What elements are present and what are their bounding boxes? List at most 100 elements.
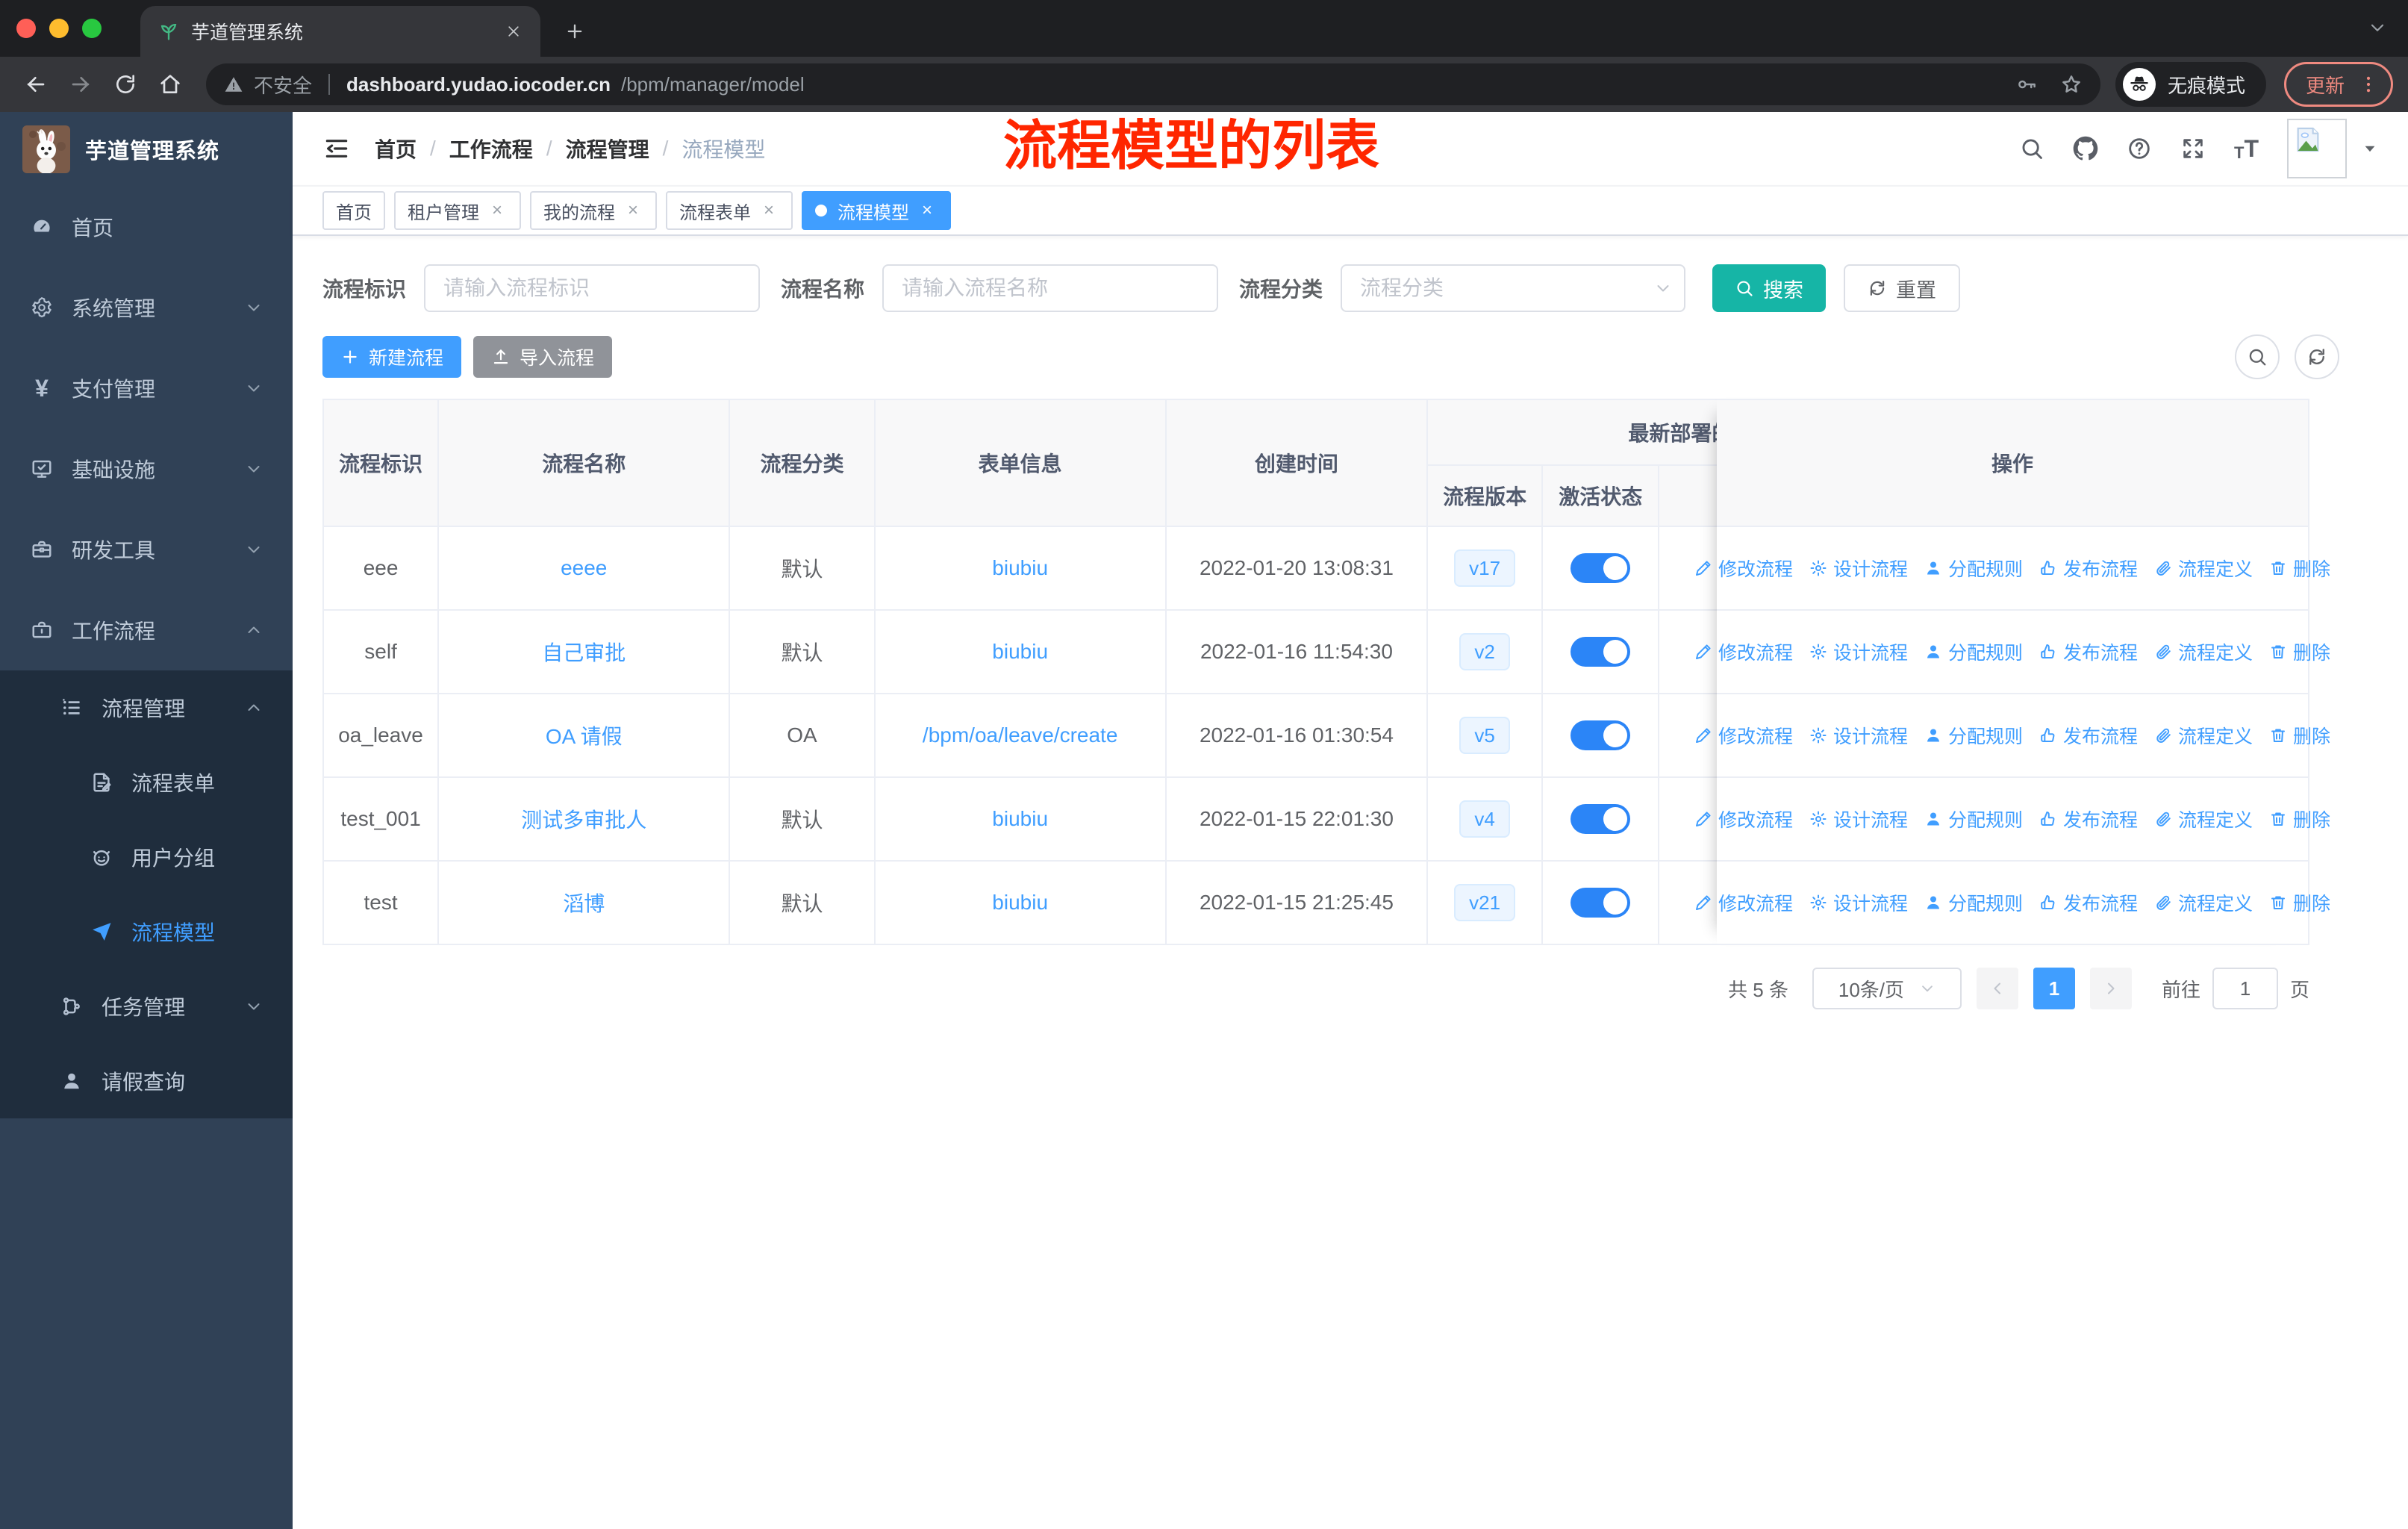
window-zoom-button[interactable] — [82, 19, 102, 38]
font-size-icon[interactable]: TT — [2234, 135, 2259, 163]
action-delete-link[interactable]: 删除 — [2269, 638, 2330, 665]
version-badge[interactable]: v5 — [1459, 717, 1510, 754]
tag-home[interactable]: 首页 — [322, 191, 385, 230]
action-edit-link[interactable]: 修改流程 — [1694, 889, 1793, 916]
action-publish-link[interactable]: 发布流程 — [2039, 638, 2138, 665]
action-definition-link[interactable]: 流程定义 — [2154, 638, 2253, 665]
current-page-button[interactable]: 1 — [2033, 968, 2075, 1009]
sidebar-item-process-model[interactable]: 流程模型 — [0, 894, 293, 969]
help-icon[interactable] — [2127, 136, 2152, 161]
action-definition-link[interactable]: 流程定义 — [2154, 806, 2253, 832]
action-edit-link[interactable]: 修改流程 — [1694, 555, 1793, 582]
form-info-link[interactable]: biubiu — [992, 891, 1048, 914]
action-delete-link[interactable]: 删除 — [2269, 722, 2330, 749]
search-button[interactable]: 搜索 — [1712, 264, 1827, 312]
search-icon[interactable] — [2019, 136, 2044, 161]
sidebar-item-user-group[interactable]: 用户分组 — [0, 820, 293, 894]
breadcrumb-item[interactable]: 工作流程 — [449, 134, 533, 164]
window-minimize-button[interactable] — [49, 19, 69, 38]
action-edit-link[interactable]: 修改流程 — [1694, 806, 1793, 832]
sidebar-item-task-mgmt[interactable]: 任务管理 — [0, 969, 293, 1044]
action-definition-link[interactable]: 流程定义 — [2154, 889, 2253, 916]
action-delete-link[interactable]: 删除 — [2269, 806, 2330, 832]
window-close-button[interactable] — [16, 19, 36, 38]
forward-button[interactable] — [60, 63, 102, 105]
url-bar[interactable]: 不安全 dashboard.yudao.iocoder.cn/bpm/manag… — [206, 63, 2100, 105]
prev-page-button[interactable] — [1976, 968, 2018, 1009]
sidebar-item-devtools[interactable]: 研发工具 — [0, 509, 293, 590]
action-design-link[interactable]: 设计流程 — [1809, 555, 1908, 582]
action-publish-link[interactable]: 发布流程 — [2039, 806, 2138, 832]
refresh-table-button[interactable] — [2295, 334, 2339, 379]
new-tab-button[interactable] — [555, 12, 594, 51]
toggle-search-button[interactable] — [2235, 334, 2280, 379]
home-button[interactable] — [149, 63, 191, 105]
sidebar-item-infra[interactable]: 基础设施 — [0, 429, 293, 509]
action-assign-user-link[interactable]: 分配规则 — [1924, 638, 2023, 665]
next-page-button[interactable] — [2089, 968, 2132, 1009]
form-info-link[interactable]: /bpm/oa/leave/create — [923, 723, 1118, 747]
action-assign-user-link[interactable]: 分配规则 — [1924, 889, 2023, 916]
browser-tab[interactable]: 芋道管理系统 — [140, 6, 540, 57]
form-info-link[interactable]: biubiu — [992, 640, 1048, 663]
form-info-link[interactable]: biubiu — [992, 807, 1048, 830]
password-key-icon[interactable] — [2015, 73, 2038, 96]
tag-close-icon[interactable]: × — [487, 200, 508, 221]
action-delete-link[interactable]: 删除 — [2269, 889, 2330, 916]
action-delete-link[interactable]: 删除 — [2269, 555, 2330, 582]
sidebar-item-process-mgmt[interactable]: 流程管理 — [0, 670, 293, 745]
sidebar-item-payment[interactable]: ¥ 支付管理 — [0, 348, 293, 429]
action-publish-link[interactable]: 发布流程 — [2039, 889, 2138, 916]
version-badge[interactable]: v17 — [1454, 549, 1516, 587]
import-process-button[interactable]: 导入流程 — [473, 336, 613, 378]
avatar[interactable] — [2287, 119, 2347, 178]
tab-search-caret-icon[interactable] — [2368, 18, 2387, 37]
breadcrumb-item[interactable]: 首页 — [375, 134, 417, 164]
avatar-caret-icon[interactable] — [2362, 140, 2378, 157]
active-toggle[interactable] — [1570, 720, 1631, 750]
tag-close-icon[interactable]: × — [758, 200, 779, 221]
version-badge[interactable]: v21 — [1454, 884, 1516, 921]
sidebar-logo-row[interactable]: 芋道管理系统 — [0, 112, 293, 187]
action-definition-link[interactable]: 流程定义 — [2154, 722, 2253, 749]
goto-page-input[interactable] — [2212, 968, 2278, 1009]
action-publish-link[interactable]: 发布流程 — [2039, 555, 2138, 582]
process-name-link[interactable]: eeee — [561, 556, 607, 579]
action-assign-user-link[interactable]: 分配规则 — [1924, 555, 2023, 582]
action-assign-user-link[interactable]: 分配规则 — [1924, 806, 2023, 832]
action-design-link[interactable]: 设计流程 — [1809, 722, 1908, 749]
active-toggle[interactable] — [1570, 804, 1631, 834]
tag-close-icon[interactable]: × — [917, 200, 938, 221]
sidebar-item-workflow[interactable]: 工作流程 — [0, 590, 293, 670]
filter-name-input[interactable] — [882, 264, 1219, 312]
action-publish-link[interactable]: 发布流程 — [2039, 722, 2138, 749]
action-assign-user-link[interactable]: 分配规则 — [1924, 722, 2023, 749]
tag-tenant[interactable]: 租户管理 × — [394, 191, 521, 230]
sidebar-item-leave-query[interactable]: 请假查询 — [0, 1044, 293, 1118]
form-info-link[interactable]: biubiu — [992, 556, 1048, 579]
action-design-link[interactable]: 设计流程 — [1809, 889, 1908, 916]
filter-category-select[interactable] — [1341, 264, 1686, 312]
action-definition-link[interactable]: 流程定义 — [2154, 555, 2253, 582]
version-badge[interactable]: v2 — [1459, 633, 1510, 670]
action-edit-link[interactable]: 修改流程 — [1694, 722, 1793, 749]
process-name-link[interactable]: 滔博 — [563, 892, 605, 915]
filter-key-input[interactable] — [424, 264, 761, 312]
breadcrumb-item[interactable]: 流程管理 — [566, 134, 649, 164]
browser-menu-kebab-icon[interactable] — [2358, 74, 2379, 95]
sidebar-collapse-icon[interactable] — [322, 134, 351, 163]
github-icon[interactable] — [2073, 136, 2098, 161]
process-name-link[interactable]: 测试多审批人 — [521, 809, 646, 832]
active-toggle[interactable] — [1570, 888, 1631, 918]
active-toggle[interactable] — [1570, 553, 1631, 583]
bookmark-star-icon[interactable] — [2060, 73, 2083, 96]
fullscreen-icon[interactable] — [2180, 136, 2206, 161]
process-name-link[interactable]: OA 请假 — [546, 725, 623, 748]
create-process-button[interactable]: 新建流程 — [322, 336, 462, 378]
sidebar-item-system[interactable]: 系统管理 — [0, 267, 293, 348]
browser-update-button[interactable]: 更新 — [2283, 62, 2393, 107]
action-edit-link[interactable]: 修改流程 — [1694, 638, 1793, 665]
tag-close-icon[interactable]: × — [623, 200, 643, 221]
sidebar-item-process-form[interactable]: 流程表单 — [0, 745, 293, 820]
sidebar-item-home[interactable]: 首页 — [0, 187, 293, 267]
